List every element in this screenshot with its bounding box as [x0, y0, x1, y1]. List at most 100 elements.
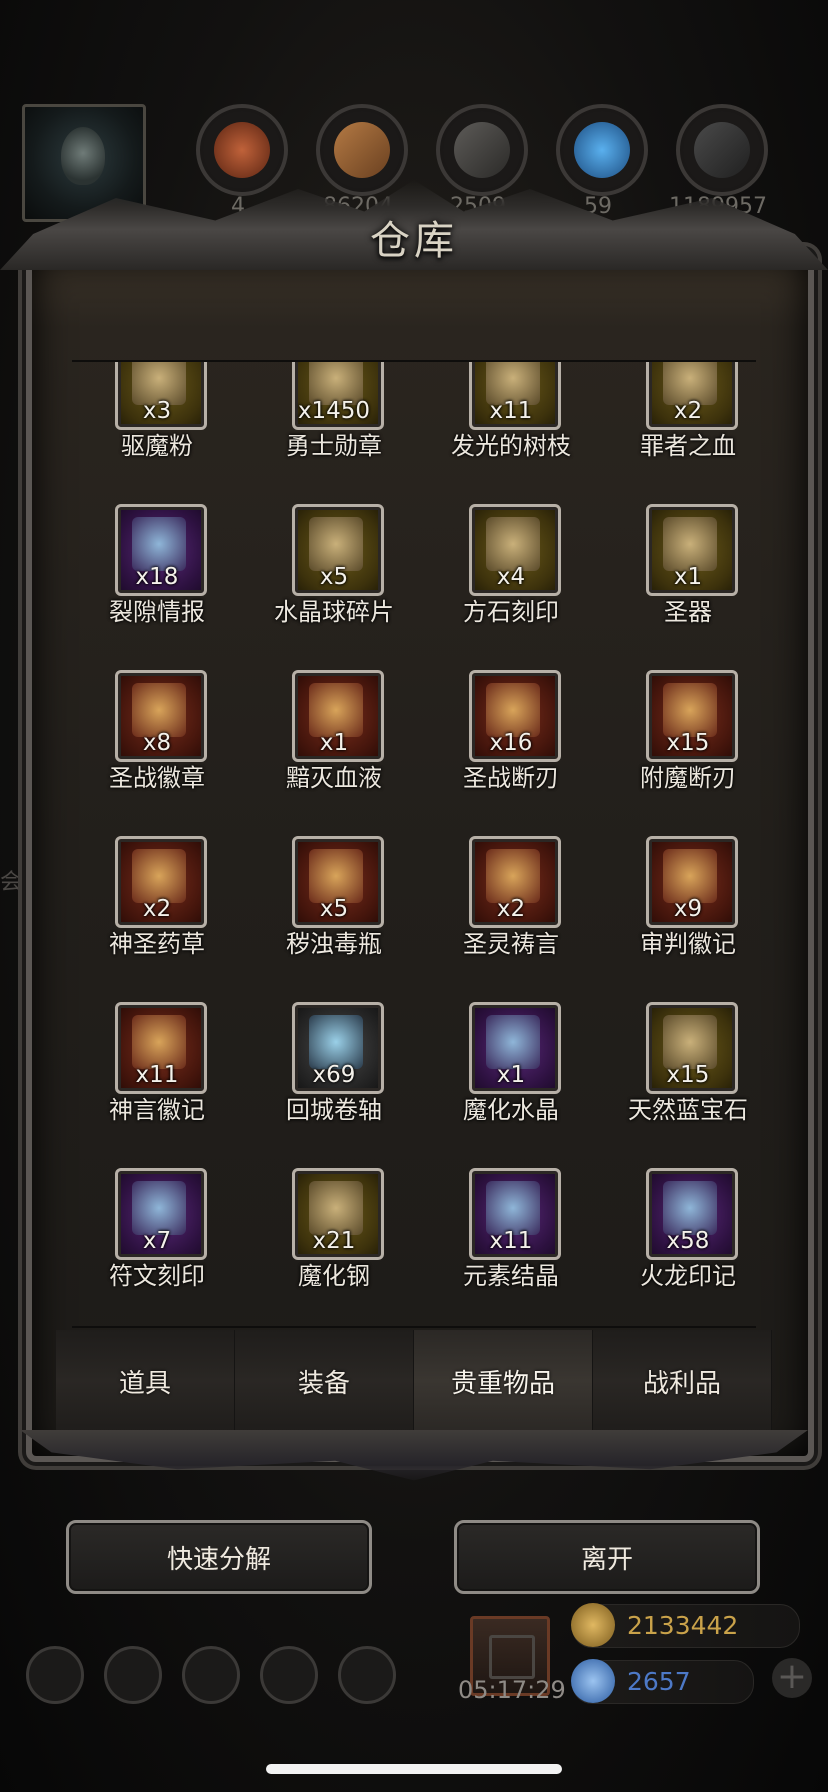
item-slot[interactable]: x1450 勇士勋章	[249, 362, 419, 488]
item-quantity: x1	[673, 564, 703, 590]
home-indicator	[266, 1764, 562, 1774]
item-icon	[309, 1181, 363, 1235]
avatar-portrait	[61, 127, 105, 185]
item-icon	[309, 683, 363, 737]
tab-items[interactable]: 道具	[56, 1330, 235, 1432]
item-slot[interactable]: x11 神言徽记	[72, 1002, 242, 1152]
item-slot[interactable]: x2 罪者之血	[603, 362, 756, 488]
item-name: 圣器	[664, 598, 712, 626]
hero-icon[interactable]	[104, 1646, 162, 1704]
item-quantity: x8	[142, 730, 172, 756]
item-icon	[663, 517, 717, 571]
item-slot[interactable]: x15 附魔断刃	[603, 670, 756, 820]
item-slot[interactable]: x1 魔化水晶	[426, 1002, 596, 1152]
item-slot[interactable]: x16 圣战断刃	[426, 670, 596, 820]
item-name: 附魔断刃	[640, 764, 736, 792]
item-quantity: x7	[142, 1228, 172, 1254]
item-quantity: x2	[496, 896, 526, 922]
handshake-icon[interactable]	[338, 1646, 396, 1704]
item-icon	[486, 1015, 540, 1069]
gem-amount: 2657	[627, 1667, 691, 1696]
item-name: 水晶球碎片	[274, 598, 394, 626]
item-slot[interactable]: x5 水晶球碎片	[249, 504, 419, 654]
plus-icon[interactable]: +	[772, 1658, 812, 1698]
item-slot[interactable]: x7 符文刻印	[72, 1168, 242, 1318]
gold-coin-icon	[571, 1603, 615, 1647]
tab-loot[interactable]: 战利品	[593, 1330, 772, 1432]
food-icon[interactable]	[196, 104, 288, 196]
iron-icon[interactable]	[676, 104, 768, 196]
item-icon	[132, 517, 186, 571]
item-quantity: x11	[489, 1228, 533, 1254]
gift-timer: 05:17:29	[458, 1676, 566, 1704]
side-peek-left: 会	[0, 870, 23, 895]
item-slot[interactable]: x69 回城卷轴	[249, 1002, 419, 1152]
item-name: 审判徽记	[640, 930, 736, 958]
stone-icon[interactable]	[436, 104, 528, 196]
item-quantity: x9	[673, 896, 703, 922]
item-quantity: x1450	[297, 398, 371, 424]
item-quantity: x69	[312, 1062, 356, 1088]
wood-icon[interactable]	[316, 104, 408, 196]
item-icon	[663, 1015, 717, 1069]
item-slot[interactable]: x1 圣器	[603, 504, 756, 654]
item-quantity: x18	[135, 564, 179, 590]
tab-equipment[interactable]: 装备	[235, 1330, 414, 1432]
item-quantity: x5	[319, 564, 349, 590]
item-name: 圣战断刃	[463, 764, 559, 792]
item-slot[interactable]: x2 神圣药草	[72, 836, 242, 986]
item-slot[interactable]: x9 审判徽记	[603, 836, 756, 986]
item-quantity: x2	[142, 896, 172, 922]
item-quantity: x1	[496, 1062, 526, 1088]
crystal-icon[interactable]	[556, 104, 648, 196]
item-slot[interactable]: x11 元素结晶	[426, 1168, 596, 1318]
warehouse-tabs: 道具 装备 贵重物品 战利品	[56, 1330, 772, 1432]
item-name: 神圣药草	[109, 930, 205, 958]
guild-icon[interactable]	[182, 1646, 240, 1704]
item-quantity: x11	[489, 398, 533, 424]
item-icon	[486, 517, 540, 571]
item-name: 罪者之血	[640, 432, 736, 460]
item-slot[interactable]: x5 秽浊毒瓶	[249, 836, 419, 986]
item-slot[interactable]: x3 驱魔粉	[72, 362, 242, 488]
item-icon	[132, 1015, 186, 1069]
item-icon	[309, 1015, 363, 1069]
item-icon	[663, 1181, 717, 1235]
settings-icon[interactable]	[26, 1646, 84, 1704]
item-icon	[132, 683, 186, 737]
leave-button[interactable]: 离开	[454, 1520, 760, 1594]
item-slot[interactable]: x15 天然蓝宝石	[603, 1002, 756, 1152]
item-slot[interactable]: x2 圣灵祷言	[426, 836, 596, 986]
item-name: 圣战徽章	[109, 764, 205, 792]
item-grid[interactable]: x3 驱魔粉 x1450 勇士勋章 x11 发光的树枝 x2 罪者之血 x18 裂隙情报 x5 水晶球…	[72, 362, 756, 1318]
mail-icon[interactable]	[260, 1646, 318, 1704]
item-icon	[309, 849, 363, 903]
item-name: 驱魔粉	[121, 432, 193, 460]
quick-decompose-button[interactable]: 快速分解	[66, 1520, 372, 1594]
item-icon	[486, 1181, 540, 1235]
gold-amount: 2133442	[627, 1611, 739, 1640]
item-name: 魔化水晶	[463, 1096, 559, 1124]
item-slot[interactable]: x58 火龙印记	[603, 1168, 756, 1318]
gold-currency[interactable]: 2133442	[571, 1603, 800, 1648]
item-slot[interactable]: x11 发光的树枝	[426, 362, 596, 488]
panel-title: 仓库	[370, 218, 458, 264]
item-name: 方石刻印	[463, 598, 559, 626]
item-quantity: x15	[666, 1062, 710, 1088]
item-name: 圣灵祷言	[463, 930, 559, 958]
tab-valuables[interactable]: 贵重物品	[414, 1330, 593, 1432]
grid-divider-bottom	[72, 1326, 756, 1328]
item-slot[interactable]: x21 魔化钢	[249, 1168, 419, 1318]
gem-currency[interactable]: 2657	[571, 1659, 754, 1704]
item-slot[interactable]: x18 裂隙情报	[72, 504, 242, 654]
item-name: 魔化钢	[298, 1262, 370, 1290]
item-quantity: x21	[312, 1228, 356, 1254]
item-icon	[486, 683, 540, 737]
item-name: 黯灭血液	[286, 764, 382, 792]
item-icon	[309, 517, 363, 571]
item-slot[interactable]: x8 圣战徽章	[72, 670, 242, 820]
item-name: 元素结晶	[463, 1262, 559, 1290]
item-slot[interactable]: x4 方石刻印	[426, 504, 596, 654]
item-slot[interactable]: x1 黯灭血液	[249, 670, 419, 820]
item-quantity: x11	[135, 1062, 179, 1088]
